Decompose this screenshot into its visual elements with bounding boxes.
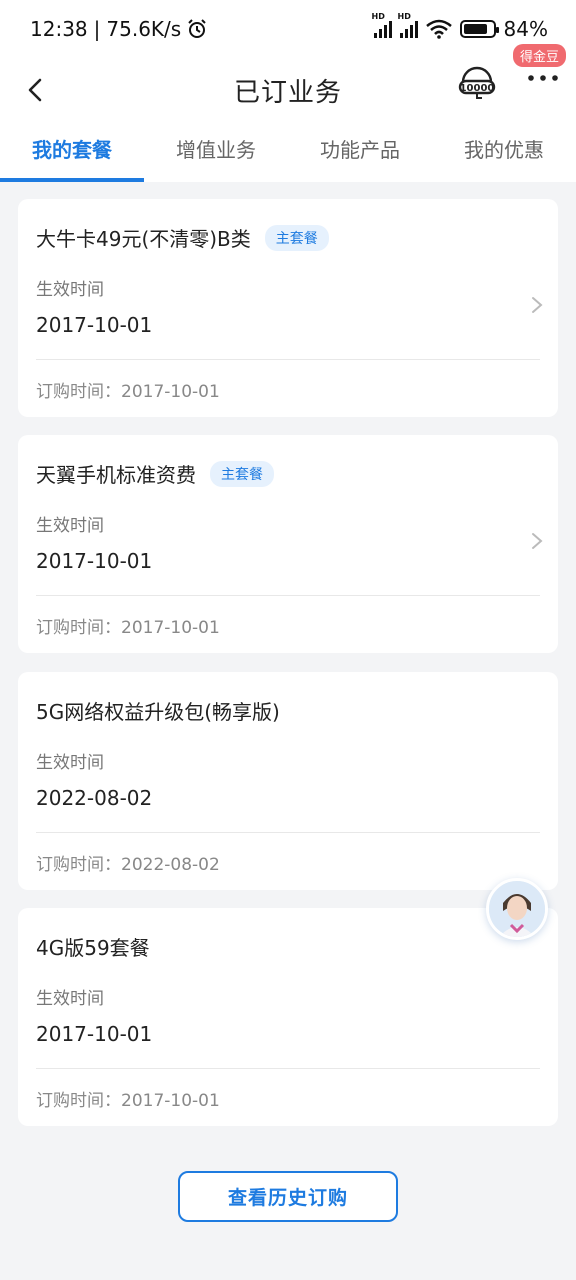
effective-label: 生效时间 <box>36 753 104 773</box>
package-card[interactable]: 5G网络权益升级包(畅享版) 生效时间 2022-08-02 订购时间：2022… <box>18 672 558 890</box>
package-name: 4G版59套餐 <box>36 936 150 960</box>
wifi-icon <box>425 19 452 39</box>
effective-label: 生效时间 <box>36 280 104 300</box>
effective-date: 2017-10-01 <box>36 549 153 573</box>
alarm-icon <box>188 19 206 38</box>
divider <box>36 832 540 833</box>
view-history-orders-button[interactable]: 查看历史订购 <box>178 1171 398 1222</box>
package-name: 5G网络权益升级包(畅享版) <box>36 700 280 724</box>
package-card[interactable]: 大牛卡49元(不清零)B类 主套餐 生效时间 2017-10-01 订购时间：2… <box>18 199 558 417</box>
order-time: 订购时间：2022-08-02 <box>36 855 220 875</box>
tab-bar: 我的套餐 增值业务 功能产品 我的优惠 <box>0 122 576 182</box>
tab-value-added[interactable]: 增值业务 <box>144 122 288 182</box>
signal-icon-2: HD <box>398 12 418 38</box>
tab-my-offers[interactable]: 我的优惠 <box>432 122 576 182</box>
order-time: 订购时间：2017-10-01 <box>36 618 220 638</box>
effective-date: 2017-10-01 <box>36 1022 153 1046</box>
effective-label: 生效时间 <box>36 516 104 536</box>
chevron-right-icon[interactable] <box>530 295 544 315</box>
package-name: 天翼手机标准资费 <box>36 463 196 487</box>
order-time: 订购时间：2017-10-01 <box>36 382 220 402</box>
10000-customer-service-icon[interactable]: 10000 <box>457 64 497 102</box>
status-separator: | <box>93 17 101 41</box>
page-title: 已订业务 <box>233 77 342 108</box>
package-card[interactable]: 4G版59套餐 生效时间 2017-10-01 订购时间：2017-10-01 <box>18 908 558 1126</box>
effective-label: 生效时间 <box>36 989 104 1009</box>
svg-text:10000: 10000 <box>460 83 495 94</box>
divider <box>36 1068 540 1069</box>
divider <box>36 359 540 360</box>
battery-icon <box>459 20 499 38</box>
service-badge[interactable]: 得金豆 <box>512 44 566 67</box>
clock: 12:38 <box>30 17 88 41</box>
network-speed: 75.6K/s <box>106 17 182 41</box>
divider <box>36 595 540 596</box>
back-arrow-icon[interactable] <box>22 72 52 108</box>
package-name: 大牛卡49元(不清零)B类 <box>36 227 251 251</box>
app-header: 已订业务 10000 得金豆 <box>0 44 576 122</box>
package-card[interactable]: 天翼手机标准资费 主套餐 生效时间 2017-10-01 订购时间：2017-1… <box>18 435 558 653</box>
more-dots-icon[interactable] <box>526 70 560 90</box>
battery-percent: 84% <box>503 17 548 41</box>
order-time: 订购时间：2017-10-01 <box>36 1091 220 1111</box>
main-package-tag: 主套餐 <box>210 460 274 487</box>
main-package-tag: 主套餐 <box>264 224 329 251</box>
signal-icon: HD <box>372 12 392 38</box>
tab-function-products[interactable]: 功能产品 <box>288 122 432 182</box>
chevron-right-icon[interactable] <box>530 531 544 551</box>
tab-my-package[interactable]: 我的套餐 <box>0 122 144 182</box>
assistant-avatar-icon[interactable] <box>486 878 548 940</box>
effective-date: 2022-08-02 <box>36 786 153 810</box>
effective-date: 2017-10-01 <box>36 313 153 337</box>
status-bar: 12:38 | 75.6K/s HD HD 84% <box>0 0 576 58</box>
